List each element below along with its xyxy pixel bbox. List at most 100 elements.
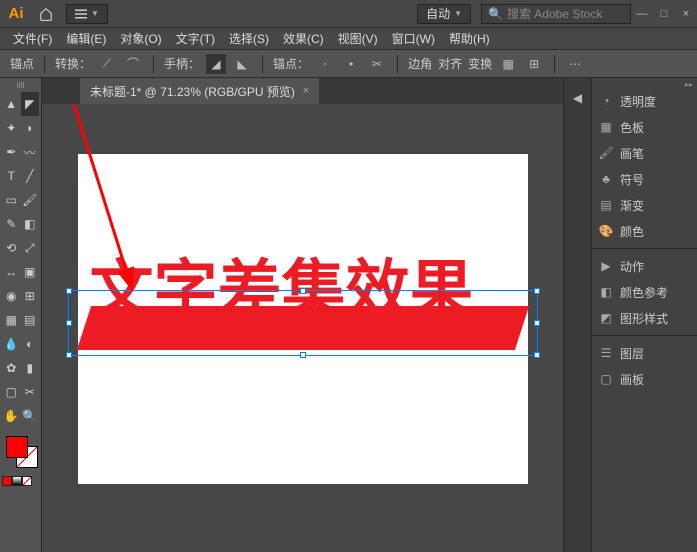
- selection-handle[interactable]: [300, 352, 306, 358]
- maximize-button[interactable]: □: [653, 5, 675, 23]
- menu-file[interactable]: 文件(F): [6, 30, 59, 47]
- pen-tool[interactable]: ✒: [2, 140, 21, 164]
- lasso-tool[interactable]: ◗: [21, 116, 40, 140]
- title-bar: Ai ▼ 自动 ▼ 🔍 搜索 Adobe Stock — □ ×: [0, 0, 697, 28]
- align-icon[interactable]: ▦: [498, 54, 518, 74]
- document-tabs: 未标题-1* @ 71.23% (RGB/GPU 预览) ×: [42, 78, 563, 104]
- handle-show-icon[interactable]: ◢: [206, 54, 226, 74]
- convert-corner-icon[interactable]: ⟋: [97, 54, 117, 74]
- main-area: ▲◤ ✦◗ ✒〰 T╱ ▭🖌 ✎◧ ⟲⤢ ↔▣ ◉⊞ ▦▤ 💧◐ ✿▮ ▢✂ ✋…: [0, 78, 697, 552]
- panel-layers[interactable]: ☰图层: [592, 340, 697, 366]
- anchors-remove-icon[interactable]: ◦: [315, 54, 335, 74]
- zoom-tool[interactable]: 🔍: [21, 404, 40, 428]
- selection-handle[interactable]: [300, 288, 306, 294]
- menu-effect[interactable]: 效果(C): [276, 30, 331, 47]
- eraser-tool[interactable]: ◧: [21, 212, 40, 236]
- selection-handle[interactable]: [66, 320, 72, 326]
- panel-gradient[interactable]: ▤渐变: [592, 192, 697, 218]
- fill-color[interactable]: [6, 436, 28, 458]
- chevron-down-icon: ▼: [91, 9, 99, 18]
- transform-icon[interactable]: ⊞: [524, 54, 544, 74]
- selection-handle[interactable]: [534, 352, 540, 358]
- close-button[interactable]: ×: [675, 5, 697, 23]
- gradient-tool[interactable]: ▤: [21, 308, 40, 332]
- selection-handle[interactable]: [66, 288, 72, 294]
- color-icon: 🎨: [598, 223, 614, 239]
- anchors-add-icon[interactable]: •: [341, 54, 361, 74]
- panel-collapse[interactable]: ▸▸: [592, 78, 697, 88]
- menu-help[interactable]: 帮助(H): [442, 30, 497, 47]
- stock-search[interactable]: 🔍 搜索 Adobe Stock: [481, 4, 631, 24]
- panel-graphic-styles[interactable]: ◩图形样式: [592, 305, 697, 331]
- artboard-tool[interactable]: ▢: [2, 380, 21, 404]
- direct-selection-tool[interactable]: ◤: [21, 92, 40, 116]
- column-graph-tool[interactable]: ▮: [21, 356, 40, 380]
- mini-fill[interactable]: [2, 476, 12, 486]
- width-tool[interactable]: ↔: [2, 260, 21, 284]
- free-transform-tool[interactable]: ▣: [21, 260, 40, 284]
- scale-tool[interactable]: ⤢: [21, 236, 40, 260]
- panel-swatches[interactable]: ▦色板: [592, 114, 697, 140]
- dock-expand-icon[interactable]: ◀: [566, 86, 590, 110]
- panel-column: ▸▸ ◔透明度 ▦色板 🖌画笔 ♣符号 ▤渐变 🎨颜色 ▶动作 ◧颜色参考 ◩图…: [591, 78, 697, 552]
- perspective-tool[interactable]: ⊞: [21, 284, 40, 308]
- symbol-sprayer-tool[interactable]: ✿: [2, 356, 21, 380]
- transparency-icon: ◔: [598, 93, 614, 109]
- slice-tool[interactable]: ✂: [21, 380, 40, 404]
- panel-brushes[interactable]: 🖌画笔: [592, 140, 697, 166]
- actions-icon: ▶: [598, 258, 614, 274]
- eyedropper-tool[interactable]: 💧: [2, 332, 21, 356]
- selection-handle[interactable]: [66, 352, 72, 358]
- curvature-tool[interactable]: 〰: [21, 140, 40, 164]
- selection-handle[interactable]: [534, 288, 540, 294]
- document-area: 未标题-1* @ 71.23% (RGB/GPU 预览) × 文字差集效果: [42, 78, 563, 552]
- selection-handle[interactable]: [534, 320, 540, 326]
- layout-mode-dropdown[interactable]: 自动 ▼: [417, 4, 471, 24]
- blend-tool[interactable]: ◐: [21, 332, 40, 356]
- more-icon[interactable]: ⋯: [565, 54, 585, 74]
- panel-actions[interactable]: ▶动作: [592, 253, 697, 279]
- rectangle-tool[interactable]: ▭: [2, 188, 21, 212]
- panel-transparency[interactable]: ◔透明度: [592, 88, 697, 114]
- close-tab-icon[interactable]: ×: [303, 85, 309, 97]
- workspace-switcher[interactable]: ▼: [66, 4, 108, 24]
- color-swatches[interactable]: [2, 436, 39, 474]
- mini-gradient[interactable]: [12, 476, 22, 486]
- handle-hide-icon[interactable]: ◣: [232, 54, 252, 74]
- menu-window[interactable]: 窗口(W): [385, 30, 442, 47]
- handle-label: 手柄：: [164, 55, 200, 72]
- menu-edit[interactable]: 编辑(E): [59, 30, 113, 47]
- type-tool[interactable]: T: [2, 164, 21, 188]
- mesh-tool[interactable]: ▦: [2, 308, 21, 332]
- panel-color-guide[interactable]: ◧颜色参考: [592, 279, 697, 305]
- selection-bounds[interactable]: [68, 290, 538, 356]
- paintbrush-tool[interactable]: 🖌: [21, 188, 40, 212]
- anchors-cut-icon[interactable]: ✂: [367, 54, 387, 74]
- swatches-icon: ▦: [598, 119, 614, 135]
- rotate-tool[interactable]: ⟲: [2, 236, 21, 260]
- panel-color[interactable]: 🎨颜色: [592, 218, 697, 244]
- toolbox-grip[interactable]: [2, 82, 39, 90]
- artboard[interactable]: 文字差集效果: [78, 154, 528, 484]
- minimize-button[interactable]: —: [631, 5, 653, 23]
- layout-mode-label: 自动: [426, 5, 450, 22]
- shaper-tool[interactable]: ✎: [2, 212, 21, 236]
- panel-artboards[interactable]: ▢画板: [592, 366, 697, 392]
- menu-bar: 文件(F) 编辑(E) 对象(O) 文字(T) 选择(S) 效果(C) 视图(V…: [0, 28, 697, 50]
- shape-builder-tool[interactable]: ◉: [2, 284, 21, 308]
- menu-type[interactable]: 文字(T): [169, 30, 222, 47]
- document-tab[interactable]: 未标题-1* @ 71.23% (RGB/GPU 预览) ×: [80, 78, 319, 104]
- menu-select[interactable]: 选择(S): [222, 30, 276, 47]
- hand-tool[interactable]: ✋: [2, 404, 21, 428]
- menu-object[interactable]: 对象(O): [113, 30, 168, 47]
- home-icon[interactable]: [32, 0, 60, 28]
- menu-view[interactable]: 视图(V): [331, 30, 385, 47]
- canvas-viewport[interactable]: 文字差集效果: [42, 104, 563, 552]
- convert-smooth-icon[interactable]: ⌒: [123, 54, 143, 74]
- corner-label: 边角: [408, 55, 432, 72]
- selection-tool[interactable]: ▲: [2, 92, 21, 116]
- magic-wand-tool[interactable]: ✦: [2, 116, 21, 140]
- panel-symbols[interactable]: ♣符号: [592, 166, 697, 192]
- mini-none[interactable]: [22, 476, 32, 486]
- line-tool[interactable]: ╱: [21, 164, 40, 188]
